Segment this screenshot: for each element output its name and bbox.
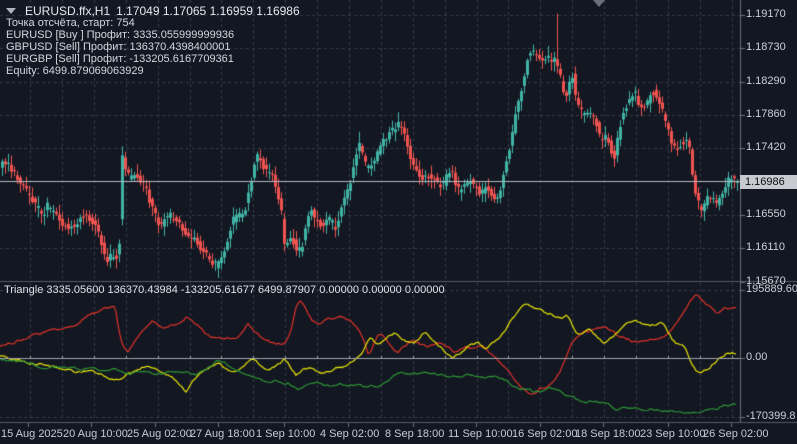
time-axis-label: 1 Sep 10:00 — [256, 428, 316, 440]
overlay-info-eurgbp-line: EURGBP [Sell] Профит: -133205.6167709361 — [6, 53, 234, 65]
chart-top-marker-icon — [593, 0, 605, 7]
price-axis-label: 1.16110 — [746, 241, 785, 253]
chart-symbol-period: EURUSD.ffx,H1 — [25, 4, 111, 18]
overlay-info-gbpusd-line: GBPUSD [Sell] Профит: 136370.4398400001 — [6, 41, 231, 53]
price-axis-label: -170399.8 — [746, 410, 796, 422]
time-axis-label: 25 Aug 02:00 — [127, 428, 192, 440]
price-axis-label: 195889.60 — [746, 283, 797, 295]
time-axis-label: 15 Aug 2025 — [1, 428, 63, 440]
chart-collapse-triangle-icon[interactable] — [6, 8, 16, 14]
current-price-tag: 1.16986 — [740, 175, 797, 189]
time-axis[interactable]: 15 Aug 2025 20 Aug 10:00 25 Aug 02:00 27 Au… — [0, 423, 797, 444]
overlay-info-eurusd-line: EURUSD [Buy ] Профит: 3335.055999999936 — [6, 29, 235, 41]
chart-window: EURUSD.ffx,H1 1.17049 1.17065 1.16959 1.1… — [0, 0, 797, 444]
time-axis-label: 27 Aug 18:00 — [190, 428, 255, 440]
time-axis-label: 11 Sep 10:00 — [448, 428, 513, 440]
price-axis-label: 1.19170 — [746, 8, 786, 20]
main-chart-panel[interactable]: EURUSD.ffx,H1 1.17049 1.17065 1.16959 1.1… — [0, 0, 740, 281]
time-axis-label: 26 Sep 02:00 — [703, 428, 769, 440]
price-axis-label: 1.18730 — [746, 41, 786, 53]
indicator-panel[interactable]: Triangle 3335.05600 136370.43984 -133205… — [0, 282, 740, 421]
chart-title-bar: EURUSD.ffx,H1 1.17049 1.17065 1.16959 1.1… — [6, 4, 300, 18]
price-axis-label: 1.16550 — [746, 208, 786, 220]
time-axis-label: 23 Sep 10:00 — [640, 428, 706, 440]
time-axis-label: 16 Sep 02:00 — [512, 428, 578, 440]
price-axis-label: 1.17860 — [746, 108, 786, 120]
time-axis-label: 4 Sep 02:00 — [320, 428, 380, 440]
overlay-info-start-line: Точка отсчёта, старт: 754 — [6, 17, 135, 29]
price-axis-label: 0.00 — [746, 351, 768, 363]
indicator-values-label: Triangle 3335.05600 136370.43984 -133205… — [4, 284, 445, 296]
price-axis-label: 1.17420 — [746, 141, 786, 153]
time-axis-label: 20 Aug 10:00 — [63, 428, 128, 440]
price-axis[interactable]: 1.16986 1.19170 1.18730 1.18290 1.17860 1.17… — [740, 0, 797, 422]
time-axis-label: 8 Sep 18:00 — [385, 428, 445, 440]
time-axis-label: 18 Sep 18:00 — [575, 428, 641, 440]
price-axis-label: 1.18290 — [746, 75, 786, 87]
chart-ohlc-quotes: 1.17049 1.17065 1.16959 1.16986 — [116, 4, 300, 18]
overlay-info-equity-line: Equity: 6499.879069063929 — [6, 65, 144, 77]
